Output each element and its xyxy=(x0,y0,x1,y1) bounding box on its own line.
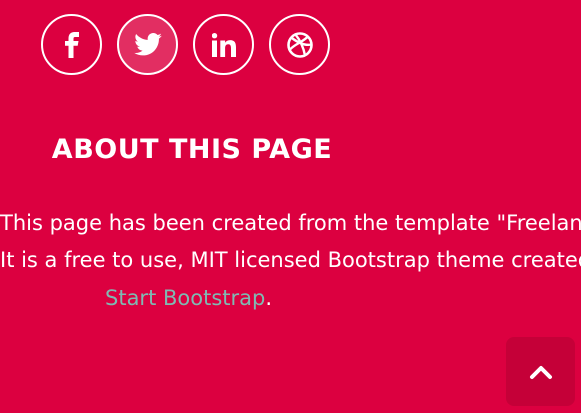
social-links xyxy=(41,14,330,75)
about-text-line-2: It is a free to use, MIT licensed Bootst… xyxy=(0,248,581,272)
about-text-line-3: Start Bootstrap. xyxy=(105,280,272,317)
facebook-icon xyxy=(64,31,79,58)
facebook-button[interactable] xyxy=(41,14,102,75)
chevron-up-icon xyxy=(529,365,552,379)
twitter-icon xyxy=(133,33,162,56)
about-heading: ABOUT THIS PAGE xyxy=(51,134,333,165)
about-text-line-1: This page has been created from the temp… xyxy=(0,211,581,235)
twitter-button[interactable] xyxy=(117,14,178,75)
dribbble-icon xyxy=(286,31,313,58)
linkedin-button[interactable] xyxy=(193,14,254,75)
footer-section: ABOUT THIS PAGE This page has been creat… xyxy=(0,0,581,413)
start-bootstrap-link[interactable]: Start Bootstrap xyxy=(105,286,265,310)
linkedin-icon xyxy=(211,32,236,57)
scroll-to-top-button[interactable] xyxy=(506,337,575,406)
about-trailing-period: . xyxy=(265,286,273,310)
dribbble-button[interactable] xyxy=(269,14,330,75)
